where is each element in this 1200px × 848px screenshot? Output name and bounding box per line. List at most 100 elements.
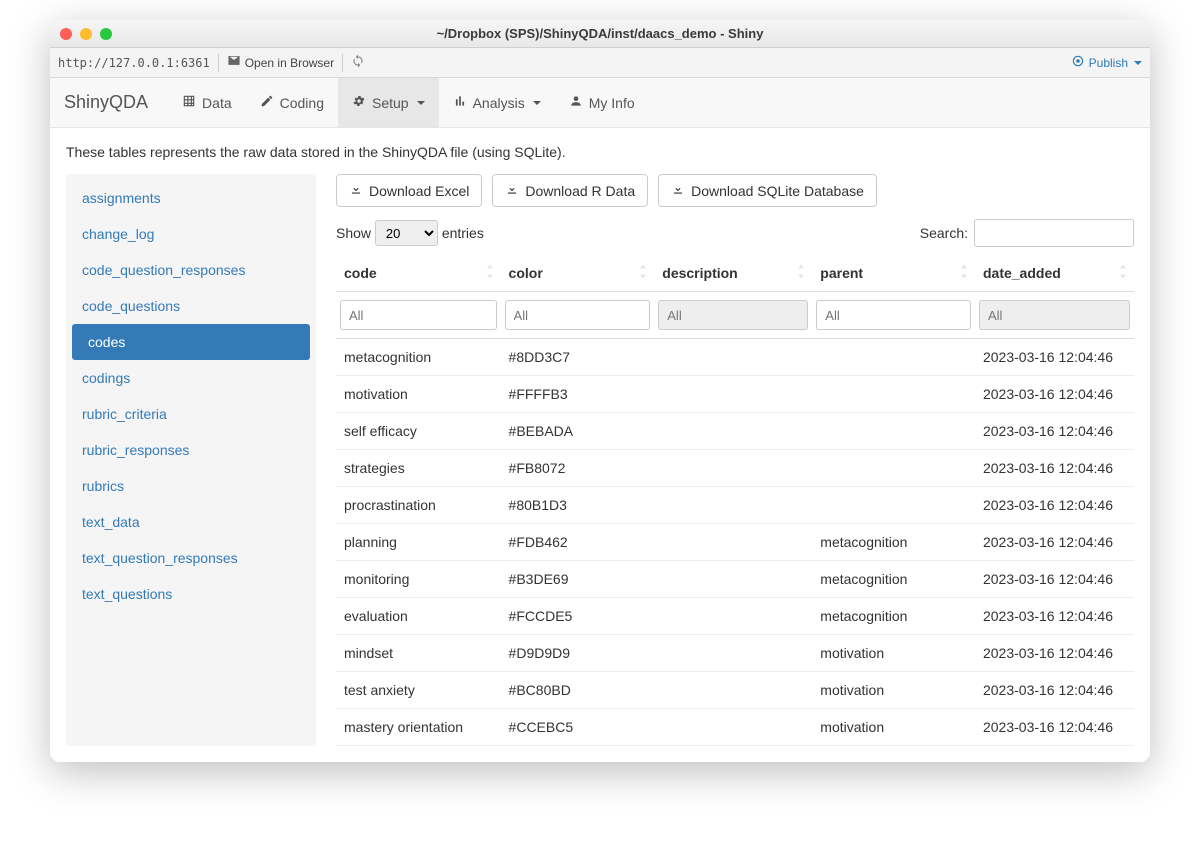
- close-window-button[interactable]: [60, 28, 72, 40]
- publish-button[interactable]: Publish: [1071, 54, 1142, 71]
- cell-color: #BC80BD: [501, 672, 655, 709]
- sidebar-item-text_questions[interactable]: text_questions: [66, 576, 316, 612]
- sidebar-item-rubric_responses[interactable]: rubric_responses: [66, 432, 316, 468]
- publish-icon: [1071, 54, 1085, 71]
- table-row: strategies#FB80722023-03-16 12:04:46: [336, 450, 1134, 487]
- sidebar-item-codes[interactable]: codes: [72, 324, 310, 360]
- sidebar-item-text_data[interactable]: text_data: [66, 504, 316, 540]
- open-in-browser-button[interactable]: Open in Browser: [227, 54, 334, 71]
- cell-date_added: 2023-03-16 12:04:46: [975, 598, 1134, 635]
- url-display: http://127.0.0.1:6361: [58, 56, 210, 70]
- table-row: test anxiety#BC80BD motivation2023-03-16 …: [336, 672, 1134, 709]
- cell-parent: motivation: [812, 709, 975, 746]
- nav-setup[interactable]: Setup: [338, 78, 439, 127]
- cell-description: [654, 450, 812, 487]
- cell-code: procrastination: [336, 487, 501, 524]
- search-input[interactable]: [974, 219, 1134, 247]
- browser-icon: [227, 54, 241, 71]
- sidebar-item-code_question_responses[interactable]: code_question_responses: [66, 252, 316, 288]
- cell-date_added: 2023-03-16 12:04:46: [975, 376, 1134, 413]
- sidebar-tables: assignmentschange_logcode_question_respo…: [66, 174, 316, 746]
- cell-description: [654, 598, 812, 635]
- download-rdata-button[interactable]: Download R Data: [492, 174, 648, 207]
- cell-code: motivation: [336, 376, 501, 413]
- cell-parent: motivation: [812, 672, 975, 709]
- table-row: evaluation#FCCDE5metacognition2023-03-16…: [336, 598, 1134, 635]
- chevron-down-icon: [1134, 61, 1142, 65]
- sidebar-item-text_question_responses[interactable]: text_question_responses: [66, 540, 316, 576]
- refresh-button[interactable]: [351, 54, 365, 71]
- filter-parent[interactable]: [816, 300, 971, 330]
- cell-code: metacognition: [336, 339, 501, 376]
- table-icon: [182, 94, 196, 111]
- sort-icon: [796, 265, 806, 282]
- sidebar-item-code_questions[interactable]: code_questions: [66, 288, 316, 324]
- cell-description: [654, 376, 812, 413]
- column-header-color[interactable]: color: [501, 255, 655, 292]
- table-row: monitoring#B3DE69metacognition2023-03-16…: [336, 561, 1134, 598]
- table-row: planning#FDB462metacognition2023-03-16 1…: [336, 524, 1134, 561]
- edit-icon: [260, 94, 274, 111]
- filter-code[interactable]: [340, 300, 497, 330]
- cell-code: monitoring: [336, 561, 501, 598]
- cell-date_added: 2023-03-16 12:04:46: [975, 672, 1134, 709]
- chart-icon: [453, 94, 467, 111]
- nav-coding[interactable]: Coding: [246, 78, 338, 127]
- minimize-window-button[interactable]: [80, 28, 92, 40]
- filter-date_added: [979, 300, 1130, 330]
- cell-parent: [812, 413, 975, 450]
- filter-color[interactable]: [505, 300, 651, 330]
- column-header-date_added[interactable]: date_added: [975, 255, 1134, 292]
- cell-description: [654, 524, 812, 561]
- cell-parent: [812, 487, 975, 524]
- app-brand: ShinyQDA: [64, 78, 168, 127]
- cell-date_added: 2023-03-16 12:04:46: [975, 635, 1134, 672]
- sidebar-item-assignments[interactable]: assignments: [66, 180, 316, 216]
- cell-color: #FB8072: [501, 450, 655, 487]
- filter-description: [658, 300, 808, 330]
- cell-date_added: 2023-03-16 12:04:46: [975, 413, 1134, 450]
- cell-date_added: 2023-03-16 12:04:46: [975, 709, 1134, 746]
- download-excel-button[interactable]: Download Excel: [336, 174, 482, 207]
- sidebar-item-change_log[interactable]: change_log: [66, 216, 316, 252]
- column-header-code[interactable]: code: [336, 255, 501, 292]
- cell-date_added: 2023-03-16 12:04:46: [975, 487, 1134, 524]
- cell-description: [654, 709, 812, 746]
- cell-date_added: 2023-03-16 12:04:46: [975, 339, 1134, 376]
- table-row: metacognition#8DD3C72023-03-16 12:04:46: [336, 339, 1134, 376]
- page-size-select[interactable]: 20: [375, 220, 438, 246]
- show-label: Show: [336, 225, 371, 241]
- sort-icon: [485, 265, 495, 282]
- cell-color: #B3DE69: [501, 561, 655, 598]
- chevron-down-icon: [533, 101, 541, 105]
- table-row: procrastination#80B1D3 2023-03-16 12:04:4…: [336, 487, 1134, 524]
- sidebar-item-rubric_criteria[interactable]: rubric_criteria: [66, 396, 316, 432]
- cell-parent: [812, 339, 975, 376]
- cell-code: test anxiety: [336, 672, 501, 709]
- cell-color: #80B1D3: [501, 487, 655, 524]
- cell-parent: [812, 450, 975, 487]
- cell-parent: metacognition: [812, 598, 975, 635]
- cell-description: [654, 635, 812, 672]
- cell-color: #CCEBC5: [501, 709, 655, 746]
- cell-date_added: 2023-03-16 12:04:46: [975, 524, 1134, 561]
- cell-parent: metacognition: [812, 524, 975, 561]
- nav-analysis[interactable]: Analysis: [439, 78, 555, 127]
- cell-color: #BEBADA: [501, 413, 655, 450]
- column-header-parent[interactable]: parent: [812, 255, 975, 292]
- nav-data[interactable]: Data: [168, 78, 246, 127]
- cell-description: [654, 561, 812, 598]
- sidebar-item-rubrics[interactable]: rubrics: [66, 468, 316, 504]
- sidebar-item-codings[interactable]: codings: [66, 360, 316, 396]
- cell-color: #FFFFB3: [501, 376, 655, 413]
- cell-description: [654, 339, 812, 376]
- data-table: codecolordescriptionparentdate_added met…: [336, 255, 1134, 746]
- sort-icon: [638, 265, 648, 282]
- cell-description: [654, 413, 812, 450]
- column-header-description[interactable]: description: [654, 255, 812, 292]
- download-sqlite-button[interactable]: Download SQLite Database: [658, 174, 877, 207]
- main-navbar: ShinyQDA Data Coding Setup Analysis My I…: [50, 78, 1150, 128]
- maximize-window-button[interactable]: [100, 28, 112, 40]
- cell-code: evaluation: [336, 598, 501, 635]
- nav-myinfo[interactable]: My Info: [555, 78, 649, 127]
